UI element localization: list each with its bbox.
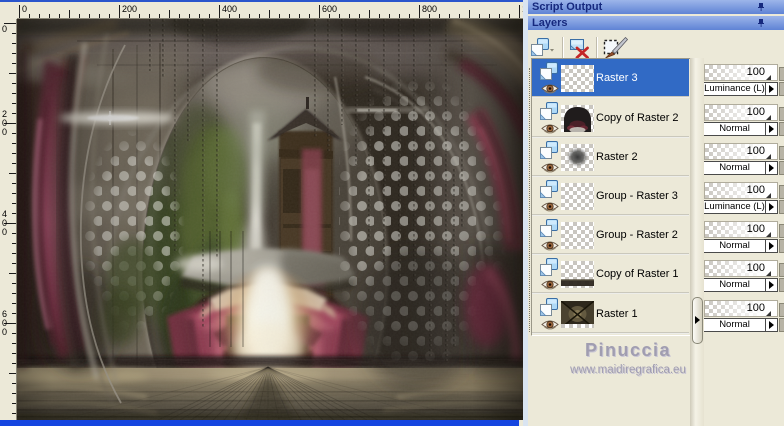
svg-text:0: 0 (2, 227, 7, 237)
svg-text:0: 0 (2, 24, 7, 34)
svg-text:0: 0 (22, 4, 27, 14)
svg-text:0: 0 (2, 327, 7, 337)
svg-text:400: 400 (222, 4, 237, 14)
svg-text:800: 800 (422, 4, 437, 14)
svg-text:0: 0 (2, 127, 7, 137)
svg-text:600: 600 (322, 4, 337, 14)
svg-text:200: 200 (122, 4, 137, 14)
